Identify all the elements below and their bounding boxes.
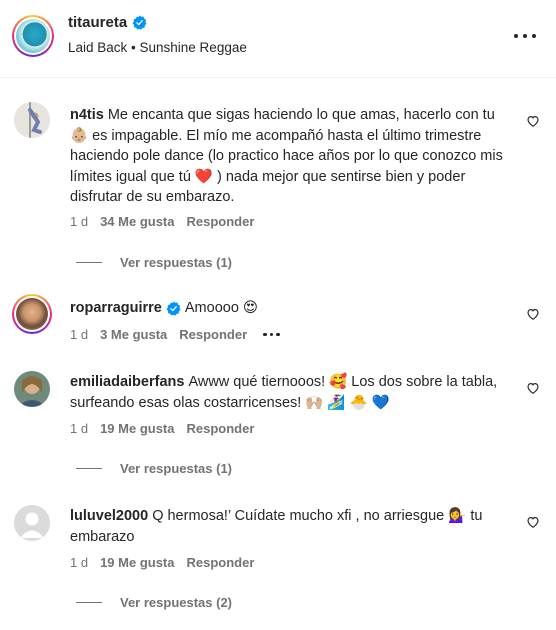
comment-meta: 1 d 34 Me gusta Responder <box>70 214 254 229</box>
post-username-row: titaureta <box>68 14 147 31</box>
comment-time: 1 d <box>70 214 89 229</box>
comment-meta: 1 d 19 Me gusta Responder <box>70 555 254 570</box>
comment-meta: 1 d 19 Me gusta Responder <box>70 421 254 436</box>
comment-username[interactable]: luluvel2000 <box>70 508 148 524</box>
reply-button[interactable]: Responder <box>187 421 255 436</box>
commenter-avatar[interactable] <box>14 102 50 138</box>
comment-options-icon[interactable] <box>263 332 280 337</box>
view-replies-label: Ver respuestas (2) <box>120 595 233 610</box>
reply-button[interactable]: Responder <box>187 214 255 229</box>
more-options-icon[interactable] <box>514 25 536 47</box>
profile-avatar[interactable] <box>12 15 54 57</box>
comment-username[interactable]: roparraguirre <box>70 298 162 319</box>
default-avatar-icon[interactable] <box>14 505 50 541</box>
comment-body: emiliadaiberfans Awww qué tiernooos! 🥰 Lo… <box>70 372 510 413</box>
post-header: titaureta Laid Back • Sunshine Reggae <box>0 0 556 78</box>
comment-body: n4tis Me encanta que sigas haciendo lo qu… <box>70 105 510 208</box>
comment-meta: 1 d 3 Me gusta Responder <box>70 327 280 342</box>
comment-username[interactable]: n4tis <box>70 107 104 123</box>
comment-time: 1 d <box>70 421 89 436</box>
comment-text: Me encanta que sigas haciendo lo que ama… <box>70 107 503 205</box>
comment-likes[interactable]: 19 Me gusta <box>100 421 174 436</box>
comment-body: roparraguirre Amoooo 😍 <box>70 298 510 319</box>
view-replies-button[interactable]: Ver respuestas (2) <box>76 595 232 610</box>
reply-button[interactable]: Responder <box>187 555 255 570</box>
comment-time: 1 d <box>70 327 89 342</box>
commenter-avatar[interactable] <box>14 371 50 407</box>
comment-likes[interactable]: 34 Me gusta <box>100 214 174 229</box>
view-replies-button[interactable]: Ver respuestas (1) <box>76 461 232 476</box>
view-replies-label: Ver respuestas (1) <box>120 461 233 476</box>
comment-text: Amoooo 😍 <box>184 300 259 316</box>
comment-username[interactable]: emiliadaiberfans <box>70 374 184 390</box>
replies-divider <box>76 468 102 469</box>
replies-divider <box>76 262 102 263</box>
reply-button[interactable]: Responder <box>179 327 247 342</box>
verified-badge-icon <box>166 301 181 316</box>
heart-outline-icon[interactable] <box>526 515 540 529</box>
replies-divider <box>76 602 102 603</box>
comment-time: 1 d <box>70 555 89 570</box>
heart-outline-icon[interactable] <box>526 381 540 395</box>
commenter-avatar[interactable] <box>12 294 52 334</box>
verified-badge-icon <box>132 15 147 30</box>
view-replies-label: Ver respuestas (1) <box>120 255 233 270</box>
comment-likes[interactable]: 19 Me gusta <box>100 555 174 570</box>
heart-outline-icon[interactable] <box>526 114 540 128</box>
comment-likes[interactable]: 3 Me gusta <box>100 327 167 342</box>
heart-outline-icon[interactable] <box>526 307 540 321</box>
view-replies-button[interactable]: Ver respuestas (1) <box>76 255 232 270</box>
comment-body: luluvel2000 Q hermosa!’ Cuídate mucho xfi… <box>70 506 510 547</box>
post-song[interactable]: Laid Back • Sunshine Reggae <box>68 40 247 55</box>
post-username[interactable]: titaureta <box>68 14 127 31</box>
